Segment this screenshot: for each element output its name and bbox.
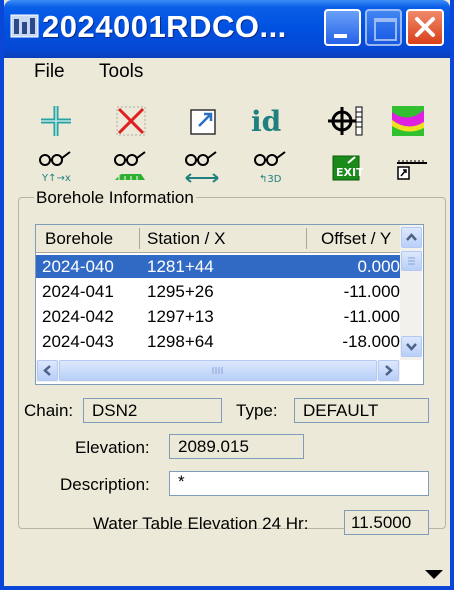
scroll-thumb-horizontal[interactable] — [59, 360, 377, 381]
view-offset-icon[interactable] — [180, 148, 224, 188]
cell-station: 1281+44 — [147, 257, 214, 276]
locate-target-icon[interactable] — [324, 101, 368, 141]
cell-borehole: 2024-040 — [42, 257, 114, 276]
borehole-list[interactable]: Borehole Station / X Offset / Y 2024-040… — [35, 224, 424, 385]
svg-text:Y↑→x: Y↑→x — [41, 173, 71, 184]
col-header-borehole[interactable]: Borehole — [45, 229, 113, 249]
table-row[interactable]: 2024-042 1297+13 -11.000 — [36, 305, 400, 328]
horizontal-scrollbar[interactable] — [36, 360, 400, 382]
cell-offset: 0.000 — [357, 257, 400, 276]
svg-text:id: id — [251, 105, 281, 138]
cell-borehole: 2024-041 — [42, 282, 114, 301]
chevron-down-icon — [406, 343, 417, 351]
table-row[interactable]: 2024-040 1281+44 0.000 — [36, 255, 400, 278]
col-header-station[interactable]: Station / X — [147, 229, 225, 249]
type-field: DEFAULT — [294, 398, 429, 423]
menu-tools[interactable]: Tools — [99, 61, 143, 83]
vertical-scrollbar[interactable] — [400, 225, 422, 360]
scroll-thumb[interactable] — [401, 251, 422, 271]
list-header: Borehole Station / X Offset / Y — [36, 225, 400, 253]
chevron-up-icon — [406, 233, 417, 241]
chain-field: DSN2 — [83, 398, 222, 423]
water-table-field: 11.5000 — [344, 510, 429, 535]
color-profile-icon[interactable] — [386, 101, 430, 141]
menu-bar: File Tools — [8, 58, 454, 86]
description-input[interactable]: * — [169, 471, 429, 496]
table-row[interactable]: 2024-043 1298+64 -18.000 — [36, 330, 400, 353]
chevron-left-icon — [43, 365, 51, 376]
cell-borehole: 2024-042 — [42, 307, 114, 326]
cell-offset: -11.000 — [343, 307, 400, 326]
scroll-down-button[interactable] — [401, 336, 422, 357]
view-yx-icon[interactable]: Y↑→x — [34, 148, 78, 188]
close-button[interactable] — [406, 9, 444, 46]
cell-borehole: 2024-043 — [42, 332, 114, 351]
svg-text:↰3D: ↰3D — [259, 174, 282, 185]
scroll-up-button[interactable] — [401, 227, 422, 248]
exit-icon[interactable]: EXIT — [324, 148, 368, 188]
table-row[interactable]: 2024-041 1295+26 -11.000 — [36, 280, 400, 303]
expand-arrow-icon[interactable] — [424, 568, 444, 580]
borehole-info-label: Borehole Information — [34, 188, 196, 208]
cell-offset: -11.000 — [343, 282, 400, 301]
water-table-label: Water Table Elevation 24 Hr: — [93, 514, 309, 533]
col-header-offset[interactable]: Offset / Y — [321, 229, 391, 249]
menu-file[interactable]: File — [34, 61, 65, 83]
view-plan-icon[interactable] — [109, 148, 153, 188]
elevation-label: Elevation: — [75, 438, 150, 457]
grip-icon — [212, 367, 223, 374]
delete-x-icon[interactable] — [109, 101, 153, 141]
settings-ruler-icon[interactable] — [389, 148, 433, 188]
add-crosshair-icon[interactable] — [34, 101, 78, 141]
minimize-button[interactable] — [324, 9, 361, 46]
chevron-right-icon — [385, 365, 393, 376]
svg-text:EXIT: EXIT — [336, 166, 363, 179]
maximize-button[interactable] — [365, 9, 402, 46]
view-3d-icon[interactable]: ↰3D — [249, 148, 293, 188]
window-title: 2024001RDCO... — [42, 9, 287, 44]
cell-station: 1295+26 — [147, 282, 214, 301]
cell-station: 1298+64 — [147, 332, 214, 351]
microstation-icon — [10, 14, 39, 38]
elevation-field: 2089.015 — [169, 434, 304, 459]
close-icon — [415, 17, 435, 37]
title-bar[interactable]: 2024001RDCO... — [4, 0, 450, 58]
zoom-window-icon[interactable] — [180, 101, 224, 141]
cell-offset: -18.000 — [342, 332, 400, 351]
type-label: Type: — [236, 401, 278, 420]
description-label: Description: — [60, 475, 150, 494]
cell-station: 1297+13 — [147, 307, 214, 326]
identify-id-icon[interactable]: id — [249, 101, 293, 141]
scroll-left-button[interactable] — [37, 360, 58, 381]
chain-label: Chain: — [24, 401, 74, 420]
grip-icon — [408, 257, 415, 265]
scroll-right-button[interactable] — [378, 360, 399, 381]
borehole-window: 2024001RDCO... File Tools id Y↑→x ↰3D EX… — [0, 0, 454, 590]
